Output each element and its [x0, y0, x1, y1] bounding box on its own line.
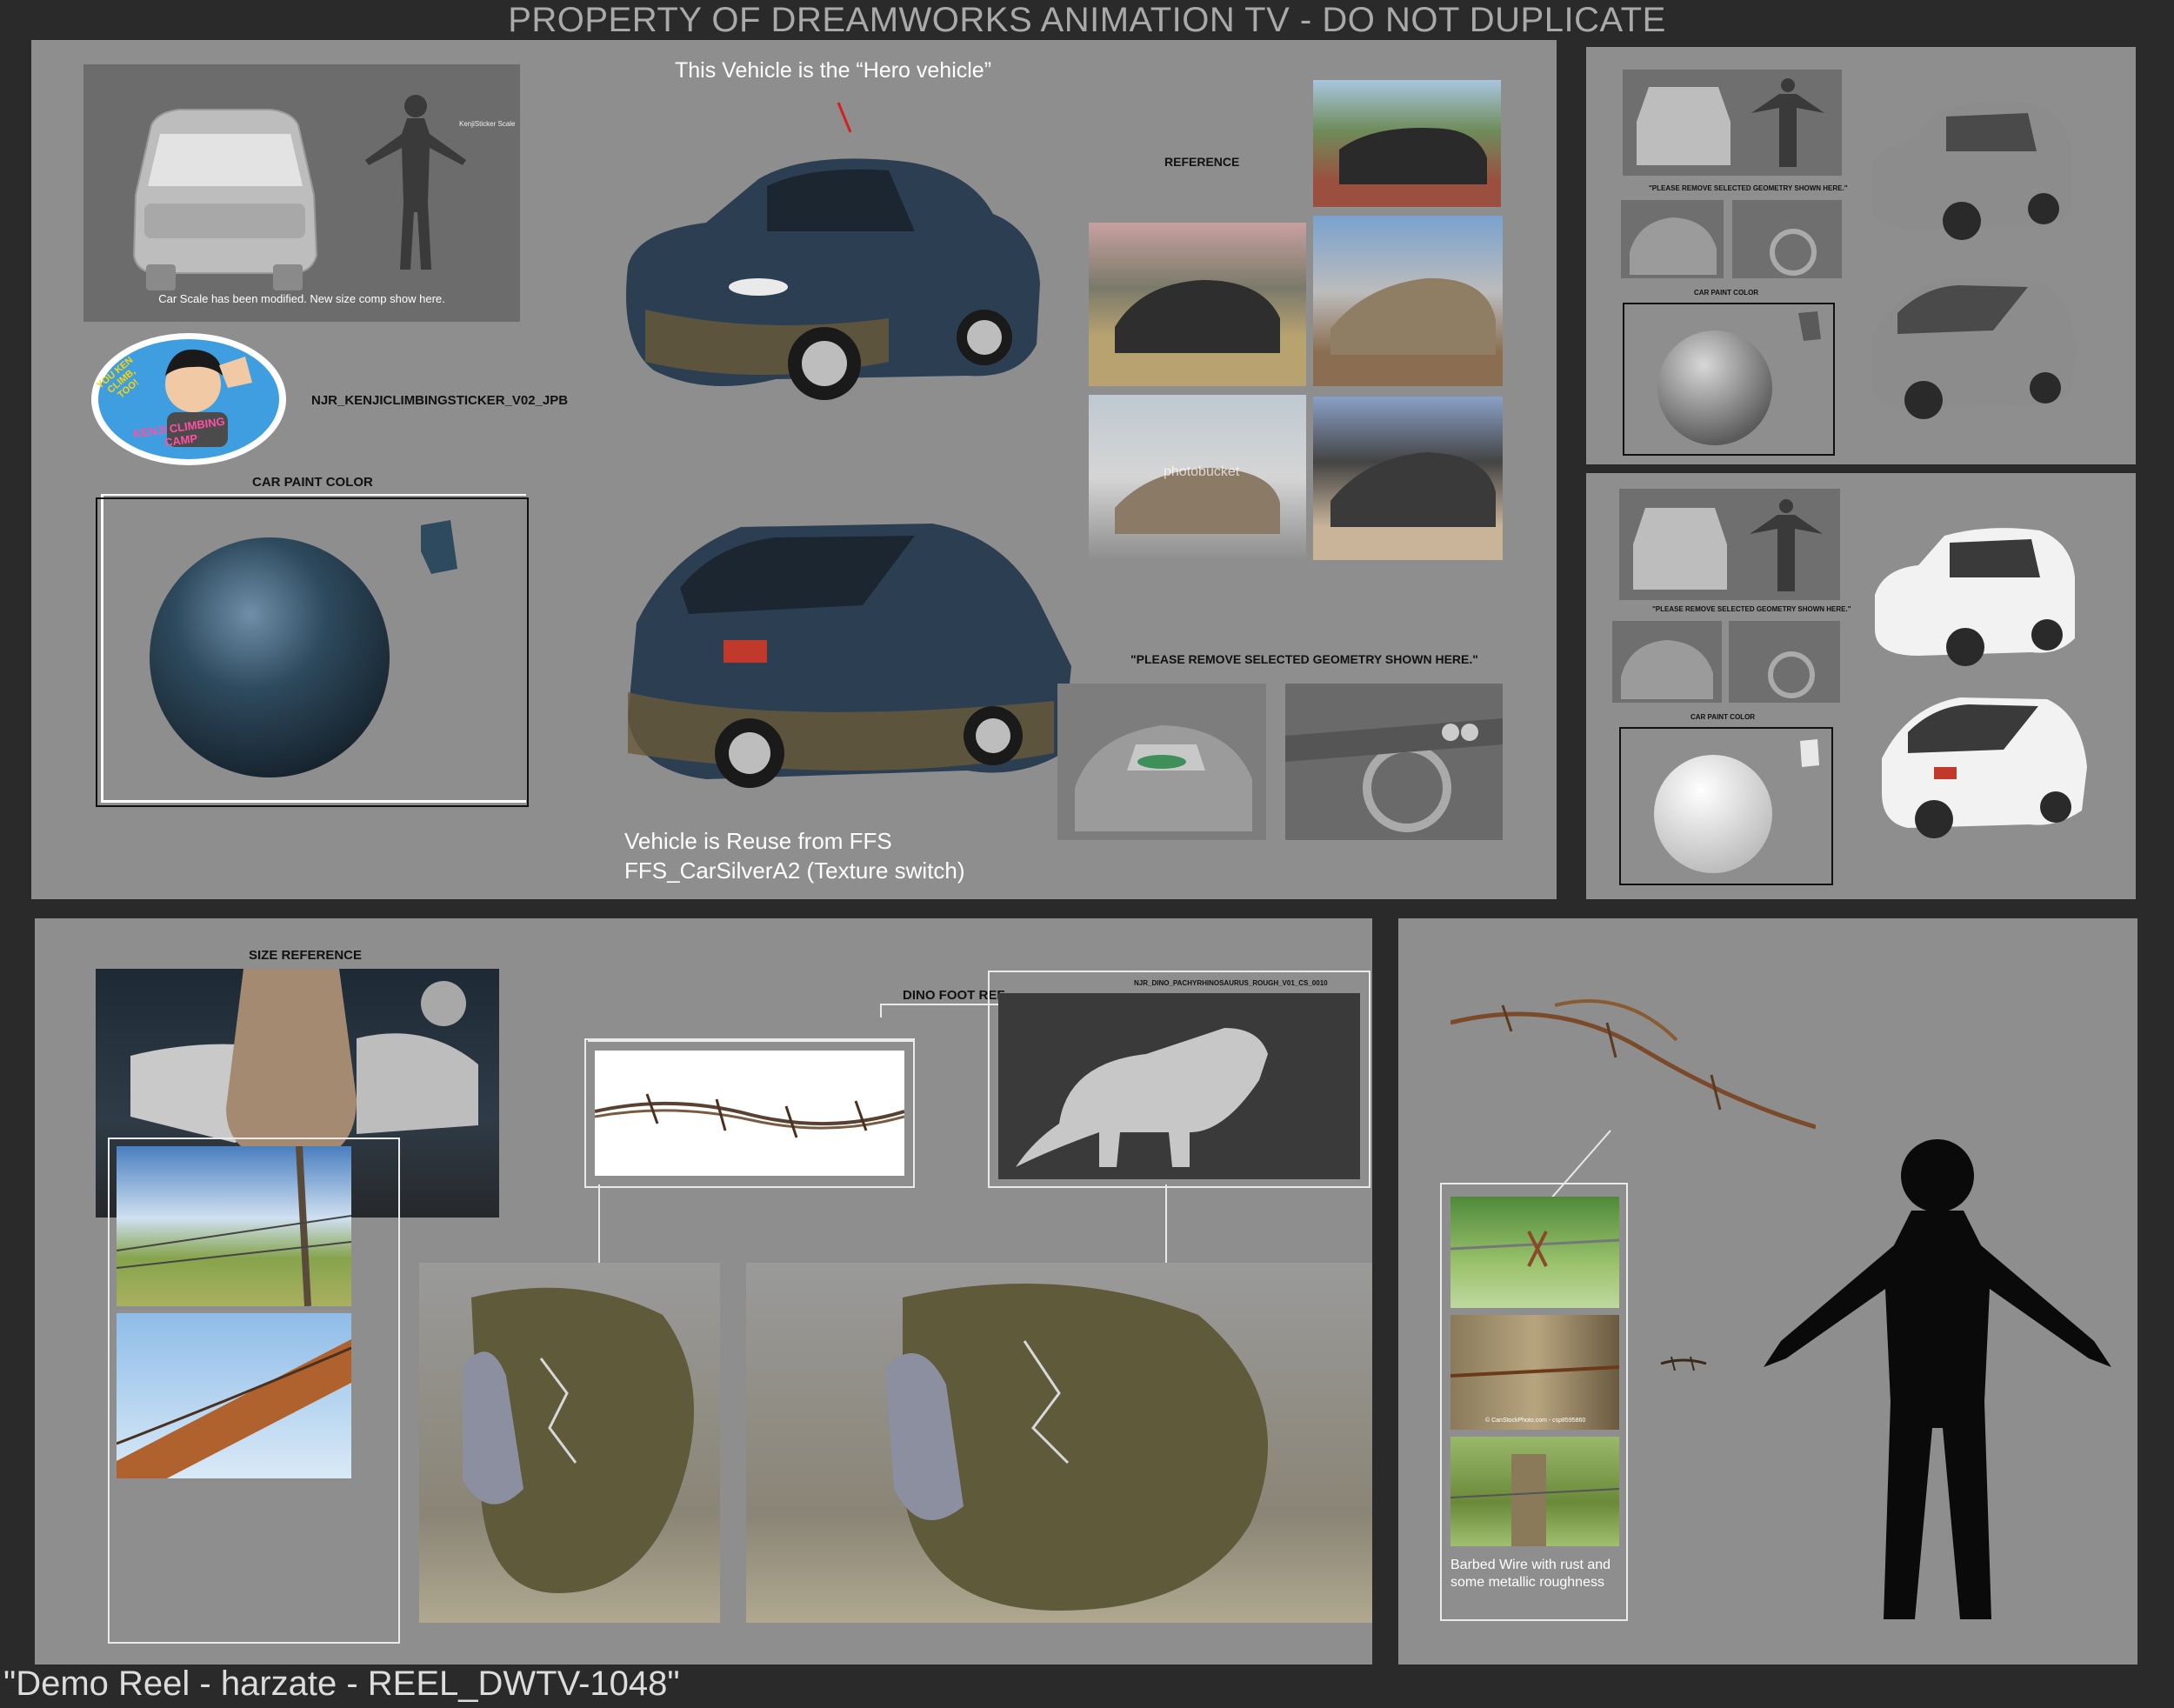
- grey-car-rear-image: [1863, 261, 2082, 431]
- grey-remove-front-image: [1621, 200, 1724, 278]
- remove-geometry-front-image: [1057, 684, 1266, 840]
- car-paint-frame-dark: [96, 497, 529, 807]
- car-paint-label: CAR PAINT COLOR: [252, 475, 373, 490]
- wire-note: Barbed Wire with rust and some metallic …: [1450, 1558, 1611, 1590]
- hero-pointer-line: [837, 102, 852, 133]
- dino-foot-render-2: [746, 1263, 1372, 1623]
- reference-label: REFERENCE: [1164, 155, 1240, 169]
- dino-file-label: NJR_DINO_PACHYRHINOSAURUS_ROUGH_V01_CS_0…: [1134, 979, 1328, 987]
- fence-photos-frame: [108, 1138, 400, 1644]
- wire-photo-2: © CanStockPhoto.com - csp8595860: [1450, 1315, 1619, 1430]
- grey-car-front-image: [1863, 90, 2077, 252]
- wire-strip-frame-outer: [584, 1038, 915, 1188]
- reference-photo-5: [1313, 397, 1503, 560]
- car-paint-sphere: [150, 520, 457, 777]
- dino-panel-bg: SIZE REFERENCE DINO FOOT REF NJR_DINO_PA…: [35, 918, 1372, 1665]
- white-variant-panel: "PLEASE REMOVE SELECTED GEOMETRY SHOWN H…: [1586, 473, 2136, 899]
- reuse-line-2: FFS_CarSilverA2 (Texture switch): [624, 857, 965, 884]
- scale-note: Car Scale has been modified. New size co…: [158, 292, 445, 305]
- scale-label: KenjiSticker Scale: [459, 120, 516, 128]
- sticker-file-label: NJR_KENJICLIMBINGSTICKER_V02_JPB: [311, 393, 569, 408]
- white-remove-front-image: [1612, 621, 1722, 703]
- wire-photo-watermark: © CanStockPhoto.com - csp8595860: [1485, 1418, 1586, 1424]
- reuse-line-1: Vehicle is Reuse from FFS: [624, 828, 892, 854]
- barbed-wire-panel: © CanStockPhoto.com - csp8595860 Barbed …: [1398, 918, 2137, 1665]
- grey-paint-frame: [1623, 303, 1835, 456]
- photo-watermark: photobucket: [1164, 464, 1240, 479]
- dino-foot-render-1: [419, 1263, 720, 1623]
- small-wire-scale-icon: [1660, 1356, 1707, 1371]
- reference-photo-2: [1089, 223, 1306, 386]
- reference-photo-1: [1313, 80, 1501, 207]
- remove-geometry-interior-image: [1285, 684, 1503, 840]
- scale-comp-image: KenjiSticker Scale Car Scale has been mo…: [83, 64, 520, 322]
- white-car-front-image: [1866, 517, 2080, 681]
- white-paint-sphere: [1654, 739, 1819, 873]
- fence-photo-2: [117, 1313, 351, 1478]
- white-paint-frame: [1619, 727, 1833, 885]
- dino-ref-frame: NJR_DINO_PACHYRHINOSAURUS_ROUGH_V01_CS_0…: [988, 971, 1370, 1188]
- hero-car-rear-image: [602, 492, 1089, 814]
- white-remove-interior-image: [1729, 621, 1840, 703]
- grey-remove-interior-image: [1732, 200, 1842, 278]
- wire-photos-frame: © CanStockPhoto.com - csp8595860 Barbed …: [1440, 1183, 1628, 1621]
- footer-caption: "Demo Reel - harzate - REEL_DWTV-1048": [3, 1665, 680, 1703]
- grey-variant-panel: "PLEASE REMOVE SELECTED GEOMETRY SHOWN H…: [1586, 47, 2136, 464]
- wire-photo-1: [1450, 1197, 1619, 1308]
- car-rear-and-figure-illustration: [132, 95, 466, 290]
- white-paint-label: CAR PAINT COLOR: [1691, 713, 1756, 721]
- wire-photo-3: [1450, 1437, 1619, 1546]
- dino-ref-image: [998, 993, 1360, 1179]
- white-remove-label: "PLEASE REMOVE SELECTED GEOMETRY SHOWN H…: [1652, 605, 1851, 613]
- reference-photo-4: photobucket: [1089, 395, 1306, 560]
- hero-car-front-image: [602, 136, 1071, 423]
- wire-strip-image: [595, 1051, 904, 1176]
- grey-paint-label: CAR PAINT COLOR: [1694, 289, 1759, 297]
- fence-photo-1: [117, 1146, 351, 1306]
- white-scale-comp-image: [1619, 489, 1840, 600]
- reference-photo-3: [1313, 216, 1503, 386]
- grey-scale-comp-image: [1623, 70, 1842, 176]
- human-silhouette: [1764, 1139, 2111, 1619]
- page-header-title: PROPERTY OF DREAMWORKS ANIMATION TV - DO…: [508, 1, 1666, 39]
- grey-paint-sphere: [1657, 311, 1821, 445]
- grey-remove-label: "PLEASE REMOVE SELECTED GEOMETRY SHOWN H…: [1649, 184, 1848, 192]
- remove-geometry-label: "PLEASE REMOVE SELECTED GEOMETRY SHOWN H…: [1130, 652, 1478, 666]
- dino-callout-v: [880, 1005, 882, 1017]
- vehicle-panel: KenjiSticker Scale Car Scale has been mo…: [31, 40, 1557, 899]
- kenji-sticker-image: YOU KEN CLIMB, TOO! KENJI CLIMBING CAMP: [89, 330, 289, 468]
- hero-vehicle-note: This Vehicle is the “Hero vehicle”: [675, 58, 992, 83]
- white-car-rear-image: [1873, 680, 2091, 854]
- size-reference-label: SIZE REFERENCE: [249, 948, 363, 963]
